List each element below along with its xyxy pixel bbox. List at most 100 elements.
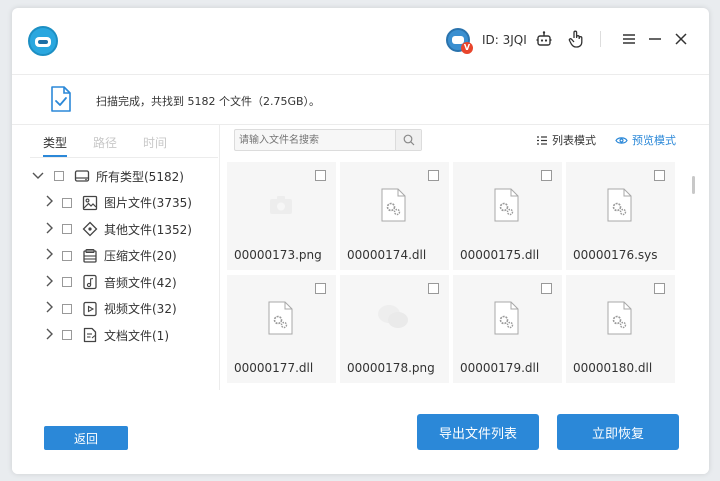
file-name: 00000180.dll xyxy=(573,361,653,375)
file-type-tree: 所有类型(5182) 图片文件(3735) 其他文件(1352) 压缩文件(20… xyxy=(12,163,220,349)
menu-icon[interactable] xyxy=(618,28,640,50)
category-panel: 类型 路径 时间 所有类型(5182) 图片文件(3735) 其他文件(1352… xyxy=(12,125,220,390)
file-name: 00000176.sys xyxy=(573,248,658,262)
divider xyxy=(12,74,709,75)
settings-file-icon xyxy=(494,301,519,335)
checkbox-archives[interactable] xyxy=(62,250,72,261)
scan-status-text: 扫描完成，共找到 5182 个文件（2.75GB）。 xyxy=(96,95,321,108)
list-mode-button[interactable]: 列表模式 xyxy=(536,132,596,148)
tree-item-documents[interactable]: 文档文件(1) xyxy=(12,322,220,349)
eye-icon xyxy=(615,136,628,144)
checkbox-images[interactable] xyxy=(62,197,72,208)
search-box xyxy=(234,129,422,151)
tree-label: 其他文件(1352) xyxy=(104,222,192,237)
tree-item-video[interactable]: 视频文件(32) xyxy=(12,296,220,323)
tree-label: 图片文件(3735) xyxy=(104,196,192,211)
category-tabs: 类型 路径 时间 xyxy=(43,133,193,157)
close-icon[interactable] xyxy=(670,28,692,50)
file-name: 00000179.dll xyxy=(460,361,540,375)
chevron-right-icon[interactable] xyxy=(44,328,56,343)
checkbox-documents[interactable] xyxy=(62,330,72,341)
back-button[interactable]: 返回 xyxy=(44,426,128,450)
tree-item-archives[interactable]: 压缩文件(20) xyxy=(12,243,220,270)
file-preview-grid: 00000173.png 00000174.dll 00000175.dll 0… xyxy=(227,162,687,390)
tree-item-images[interactable]: 图片文件(3735) xyxy=(12,190,220,217)
tab-path[interactable]: 路径 xyxy=(93,133,117,157)
settings-file-icon xyxy=(494,188,519,222)
chevron-right-icon[interactable] xyxy=(44,248,56,263)
checkbox-video[interactable] xyxy=(62,303,72,314)
search-button[interactable] xyxy=(395,130,421,150)
grid-scrollbar[interactable] xyxy=(692,176,695,194)
settings-file-icon xyxy=(268,301,293,335)
preview-mode-label: 预览模式 xyxy=(632,134,676,147)
tree-item-audio[interactable]: 音频文件(42) xyxy=(12,269,220,296)
checkbox-audio[interactable] xyxy=(62,277,72,288)
file-name: 00000175.dll xyxy=(460,248,540,262)
file-name: 00000178.png xyxy=(347,361,435,375)
drive-icon xyxy=(74,168,90,184)
file-card[interactable]: 00000177.dll xyxy=(227,275,336,383)
file-checkbox[interactable] xyxy=(428,283,439,294)
chevron-right-icon[interactable] xyxy=(44,195,56,210)
robot-icon[interactable] xyxy=(533,28,555,50)
file-card[interactable]: 00000179.dll xyxy=(453,275,562,383)
other-file-icon xyxy=(82,221,98,237)
chevron-right-icon[interactable] xyxy=(44,301,56,316)
file-card[interactable]: 00000180.dll xyxy=(566,275,675,383)
tree-root-all-types[interactable]: 所有类型(5182) xyxy=(12,163,220,190)
file-checkbox[interactable] xyxy=(654,283,665,294)
file-checkbox[interactable] xyxy=(541,170,552,181)
file-card[interactable]: 00000174.dll xyxy=(340,162,449,270)
file-checkbox[interactable] xyxy=(428,170,439,181)
user-area[interactable]: V ID: 3JQI xyxy=(446,27,527,54)
settings-file-icon xyxy=(607,188,632,222)
avatar[interactable]: V xyxy=(446,28,473,54)
file-name: 00000177.dll xyxy=(234,361,314,375)
image-placeholder-icon xyxy=(270,196,292,214)
app-window: V ID: 3JQI 扫描完成，共找到 5182 个文件（2.75GB）。 类型 xyxy=(12,8,709,474)
tree-label: 音频文件(42) xyxy=(104,275,177,290)
hand-pointer-icon[interactable] xyxy=(565,28,587,50)
footer: 返回 导出文件列表 立即恢复 xyxy=(12,390,709,474)
app-logo-icon xyxy=(28,26,58,56)
wechat-placeholder-icon xyxy=(378,305,408,328)
settings-file-icon xyxy=(607,301,632,335)
tree-label: 视频文件(32) xyxy=(104,302,177,317)
file-card[interactable]: 00000176.sys xyxy=(566,162,675,270)
tab-type[interactable]: 类型 xyxy=(43,133,68,157)
tab-time[interactable]: 时间 xyxy=(143,133,167,157)
file-name: 00000174.dll xyxy=(347,248,427,262)
preview-mode-button[interactable]: 预览模式 xyxy=(615,132,676,148)
archive-icon xyxy=(82,248,98,264)
search-input[interactable] xyxy=(235,130,395,150)
file-card[interactable]: 00000173.png xyxy=(227,162,336,270)
chevron-down-icon[interactable] xyxy=(32,169,44,183)
title-bar: V ID: 3JQI xyxy=(12,8,709,74)
tree-label: 所有类型(5182) xyxy=(96,169,184,184)
tree-label: 文档文件(1) xyxy=(104,328,169,343)
chevron-right-icon[interactable] xyxy=(44,275,56,290)
search-icon xyxy=(403,134,414,146)
chevron-right-icon[interactable] xyxy=(44,222,56,237)
file-checkbox[interactable] xyxy=(315,170,326,181)
settings-file-icon xyxy=(381,188,406,222)
toolbar-separator xyxy=(600,31,601,47)
checkbox-other[interactable] xyxy=(62,224,72,235)
file-card[interactable]: 00000175.dll xyxy=(453,162,562,270)
file-checkbox[interactable] xyxy=(654,170,665,181)
divider xyxy=(30,157,218,158)
file-card[interactable]: 00000178.png xyxy=(340,275,449,383)
user-id: ID: 3JQI xyxy=(482,33,527,47)
file-checkbox[interactable] xyxy=(541,283,552,294)
export-file-list-button[interactable]: 导出文件列表 xyxy=(417,414,539,450)
checkbox-all-types[interactable] xyxy=(54,171,64,182)
minimize-icon[interactable] xyxy=(644,28,666,50)
tree-item-other[interactable]: 其他文件(1352) xyxy=(12,216,220,243)
image-icon xyxy=(82,195,98,211)
video-icon xyxy=(82,301,98,317)
recover-now-button[interactable]: 立即恢复 xyxy=(557,414,679,450)
audio-icon xyxy=(82,274,98,290)
file-checkbox[interactable] xyxy=(315,283,326,294)
scan-complete-icon xyxy=(50,86,72,112)
